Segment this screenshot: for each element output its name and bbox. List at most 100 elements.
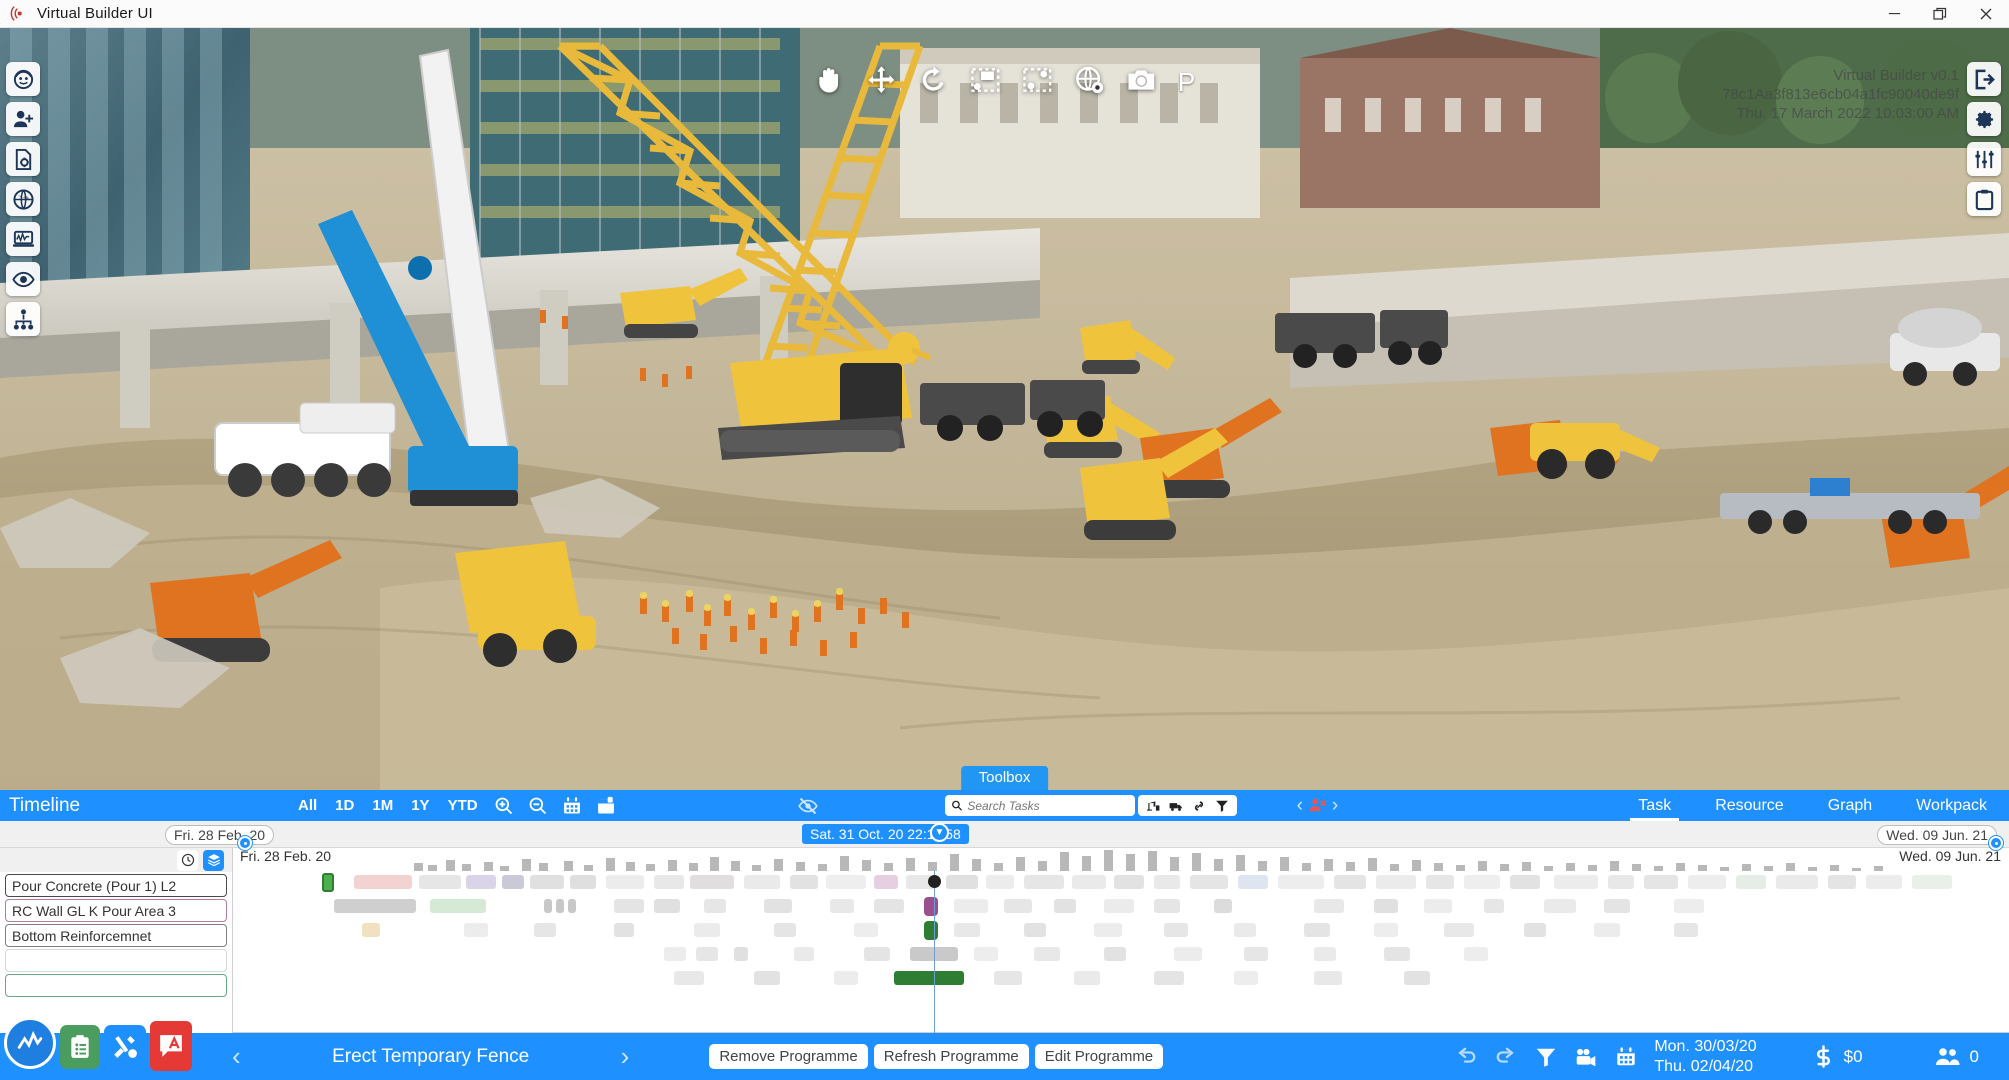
stepper-prev-button[interactable]: ‹ [1297, 795, 1303, 817]
left-toolbar[interactable] [6, 62, 42, 336]
gear-icon [1973, 108, 1996, 131]
timeline-task-list[interactable]: Pour Concrete (Pour 1) L2 RC Wall GL K P… [0, 848, 233, 1033]
sidebar-item-avatar[interactable] [6, 62, 40, 96]
timeline-range-strip[interactable]: Fri. 28 Feb. 20 Sat. 31 Oct. 20 22:11:58… [0, 821, 2009, 848]
gantt-row[interactable] [234, 871, 2009, 893]
gantt-row[interactable] [234, 895, 2009, 917]
video-button[interactable] [1575, 1046, 1597, 1068]
range-ytd[interactable]: YTD [448, 797, 478, 814]
no-people-icon[interactable] [1308, 796, 1327, 815]
minimize-button[interactable] [1871, 0, 1917, 28]
gantt-rows[interactable] [234, 871, 2009, 1033]
layers-button[interactable] [203, 850, 224, 871]
user-avatar-icon [12, 68, 35, 91]
sidebar-item-globe[interactable] [6, 182, 40, 216]
task-label-row[interactable]: Pour Concrete (Pour 1) L2 [5, 874, 227, 897]
checklist-fab[interactable] [60, 1025, 100, 1069]
toolbox-tab[interactable]: Toolbox [961, 766, 1049, 790]
current-task-label: Erect Temporary Fence [241, 1046, 621, 1068]
history-button[interactable] [177, 850, 198, 871]
analytics-fab[interactable] [4, 1017, 56, 1069]
viewport-tool-label: P [1178, 67, 1195, 98]
select-region-alt-tool[interactable] [1022, 65, 1052, 100]
zoom-in-icon [494, 796, 514, 816]
funnel-icon [1535, 1046, 1557, 1068]
tab-workpack[interactable]: Workpack [1894, 790, 2009, 821]
3d-viewport[interactable]: P Virtual Builder v0.1 78c1Aa3f813e6cb04… [0, 28, 2009, 790]
camera-tool[interactable] [1126, 65, 1156, 100]
range-1d[interactable]: 1D [335, 797, 354, 814]
prev-task-button[interactable]: ‹ [232, 1041, 241, 1072]
clipboard-button[interactable] [1967, 182, 2001, 216]
sidebar-item-visibility[interactable] [6, 262, 40, 296]
sliders-icon [1973, 148, 1996, 171]
refresh-programme-button[interactable]: Refresh Programme [874, 1044, 1029, 1069]
timeline-tabs[interactable]: Task Resource Graph Workpack [1616, 790, 2009, 821]
calendar-icon [1615, 1046, 1637, 1068]
filter-button[interactable] [1535, 1046, 1557, 1068]
edit-programme-button[interactable]: Edit Programme [1035, 1044, 1163, 1069]
search-input[interactable] [967, 799, 1128, 813]
task-label-row[interactable] [5, 949, 227, 972]
timeline-list-tools[interactable] [0, 848, 232, 872]
annotation-fab[interactable] [150, 1021, 192, 1071]
task-label-row[interactable]: RC Wall GL K Pour Area 3 [5, 899, 227, 922]
search-icon [951, 799, 963, 812]
tab-task[interactable]: Task [1616, 790, 1693, 821]
timeline-filter-group[interactable] [1138, 795, 1237, 816]
range-1m[interactable]: 1M [372, 797, 393, 814]
zoom-out-button[interactable] [528, 796, 548, 816]
zoom-out-icon [528, 796, 548, 816]
geolocate-tool[interactable] [1074, 65, 1104, 100]
timeline-title: Timeline [9, 795, 289, 817]
sidebar-item-add-user[interactable] [6, 102, 40, 136]
tools-icon [112, 1034, 138, 1060]
adjustments-button[interactable] [1967, 142, 2001, 176]
calendar-range-button[interactable] [562, 796, 582, 816]
tab-graph[interactable]: Graph [1806, 790, 1894, 821]
remove-programme-button[interactable]: Remove Programme [709, 1044, 867, 1069]
gantt-row[interactable] [234, 919, 2009, 941]
task-label-row[interactable] [5, 974, 227, 997]
gantt-row[interactable] [234, 967, 2009, 989]
search-tasks-box[interactable] [945, 795, 1135, 816]
tools-fab[interactable] [104, 1025, 146, 1069]
right-toolbar[interactable] [1967, 62, 2003, 216]
tab-resource[interactable]: Resource [1693, 790, 1805, 821]
hide-toggle-button[interactable] [798, 796, 818, 816]
sidebar-item-hierarchy[interactable] [6, 302, 40, 336]
select-region-tool[interactable] [970, 65, 1000, 100]
chevron-down-icon[interactable]: ▼ [930, 823, 949, 842]
stepper-next-button[interactable]: › [1332, 795, 1338, 817]
gantt-panel[interactable]: Fri. 28 Feb. 20 Wed. 09 Jun. 21 [234, 848, 2009, 1033]
undo-button[interactable] [1455, 1046, 1477, 1068]
zoom-in-button[interactable] [494, 796, 514, 816]
range-start-pill[interactable]: Fri. 28 Feb. 20 [165, 825, 274, 845]
dollar-icon [1812, 1045, 1835, 1068]
build-watermark: Virtual Builder v0.1 78c1Aa3f813e6cb04a1… [1722, 66, 1959, 123]
next-task-button[interactable]: › [621, 1041, 630, 1072]
timeline-body[interactable]: Fri. 28 Feb. 20 Sat. 31 Oct. 20 22:11:58… [0, 821, 2009, 1033]
timeline-playhead[interactable] [934, 871, 935, 1033]
range-1y[interactable]: 1Y [411, 797, 429, 814]
playhead-marker[interactable] [928, 875, 941, 888]
rotate-tool[interactable] [918, 65, 948, 100]
export-button[interactable] [1967, 62, 2001, 96]
gantt-row[interactable] [234, 943, 2009, 965]
maximize-button[interactable] [1917, 0, 1963, 28]
sidebar-item-monitoring[interactable] [6, 222, 40, 256]
close-button[interactable] [1963, 0, 2009, 28]
viewport-toolbar[interactable]: P [814, 60, 1195, 104]
pan-tool[interactable] [814, 65, 844, 100]
task-label-row[interactable]: Bottom Reinforcemnet [5, 924, 227, 947]
range-all[interactable]: All [298, 797, 317, 814]
range-end-pill[interactable]: Wed. 09 Jun. 21 [1877, 825, 1997, 845]
window-title: Virtual Builder UI [37, 5, 153, 22]
calendar-button[interactable] [1615, 1046, 1637, 1068]
move-tool[interactable] [866, 65, 896, 100]
calendar-day-button[interactable] [596, 796, 616, 816]
settings-button[interactable] [1967, 102, 2001, 136]
redo-button[interactable] [1495, 1046, 1517, 1068]
date-to: Thu. 02/04/20 [1654, 1057, 1756, 1077]
sidebar-item-document-settings[interactable] [6, 142, 40, 176]
